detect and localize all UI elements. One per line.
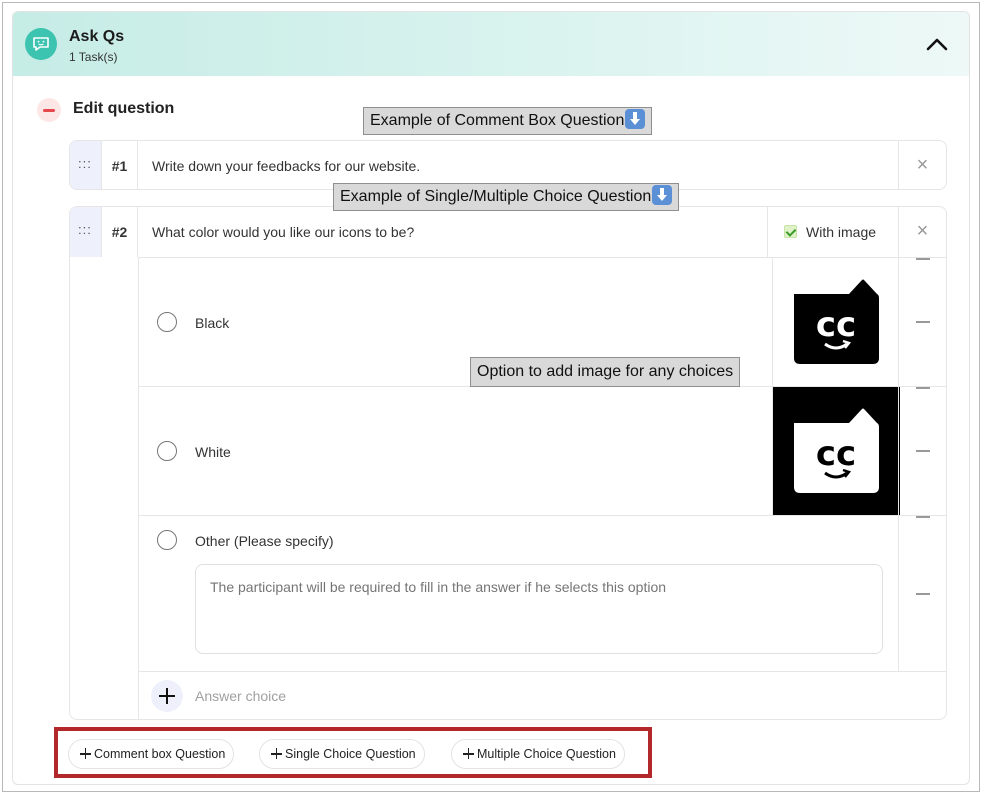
- card-title: Ask Qs: [69, 28, 125, 45]
- other-answer-textarea[interactable]: [195, 564, 883, 654]
- close-icon: ×: [916, 154, 929, 176]
- callout-text: Example of Comment Box Question: [370, 112, 625, 129]
- comment-box-example-callout: Example of Comment Box Question: [363, 107, 653, 135]
- remove-choice-button[interactable]: [898, 387, 946, 516]
- callout-text: Option to add image for any choices: [477, 363, 734, 380]
- svg-text:cc: cc: [816, 305, 856, 345]
- chevron-up-icon: [926, 38, 948, 51]
- question-number: #1: [101, 141, 138, 189]
- task-count: 1 Task(s): [69, 50, 118, 64]
- choice-row-white: White cc: [138, 386, 946, 516]
- choice-example-callout: Example of Single/Multiple Choice Questi…: [333, 183, 680, 211]
- question-number: #2: [101, 207, 138, 257]
- with-image-label: With image: [806, 224, 877, 240]
- add-answer-choice-row: Answer choice: [138, 671, 946, 719]
- delete-question-button[interactable]: ×: [898, 207, 946, 257]
- down-arrow-icon: [625, 109, 646, 129]
- close-icon: ×: [916, 220, 929, 242]
- chat-bubble-icon: [25, 28, 57, 60]
- drag-handle[interactable]: :::: [70, 141, 101, 189]
- window-frame: Ask Qs 1 Task(s) Edit question ::: #1 Wr…: [2, 2, 980, 792]
- image-option-callout: Option to add image for any choices: [470, 357, 741, 387]
- card-header: Ask Qs 1 Task(s): [13, 12, 969, 76]
- svg-text:cc: cc: [816, 434, 856, 474]
- remove-choice-button[interactable]: [898, 258, 946, 387]
- callout-text: Example of Single/Multiple Choice Questi…: [340, 188, 652, 205]
- minus-icon: [916, 593, 930, 595]
- with-image-toggle[interactable]: With image: [767, 207, 899, 257]
- radio-button[interactable]: [157, 312, 177, 332]
- cc-logo-black-icon: cc: [794, 279, 879, 364]
- choice-row-other: Other (Please specify): [138, 515, 946, 672]
- choice-label[interactable]: Black: [195, 315, 229, 331]
- plus-icon[interactable]: [151, 680, 183, 712]
- add-answer-choice-button[interactable]: Answer choice: [195, 688, 286, 704]
- minus-icon: [916, 321, 930, 323]
- choice-image-cell[interactable]: cc: [772, 258, 900, 387]
- add-question-bar: Comment box Question Single Choice Quest…: [54, 727, 652, 778]
- drag-handle[interactable]: :::: [70, 207, 101, 257]
- radio-button[interactable]: [157, 530, 177, 550]
- minus-circle-icon[interactable]: [37, 98, 61, 122]
- down-arrow-icon: [652, 185, 673, 205]
- choice-label[interactable]: White: [195, 444, 231, 460]
- question-text[interactable]: Write down your feedbacks for our websit…: [152, 158, 420, 174]
- add-single-choice-question-button[interactable]: Single Choice Question: [259, 739, 425, 769]
- checkbox-checked-icon[interactable]: [784, 225, 797, 238]
- question-2: ::: #2 What color would you like our ico…: [69, 206, 947, 720]
- edit-question-label: Edit question: [73, 100, 175, 117]
- delete-question-button[interactable]: ×: [898, 141, 946, 189]
- collapse-toggle[interactable]: [923, 32, 951, 56]
- choice-label[interactable]: Other (Please specify): [195, 533, 334, 549]
- minus-icon: [916, 450, 930, 452]
- add-multiple-choice-question-button[interactable]: Multiple Choice Question: [451, 739, 625, 769]
- add-comment-box-question-button[interactable]: Comment box Question: [68, 739, 235, 769]
- cc-logo-white-icon: cc: [794, 408, 879, 493]
- choice-image-cell[interactable]: cc: [772, 387, 900, 516]
- radio-button[interactable]: [157, 441, 177, 461]
- question-text[interactable]: What color would you like our icons to b…: [152, 224, 414, 240]
- remove-choice-button[interactable]: [898, 516, 946, 672]
